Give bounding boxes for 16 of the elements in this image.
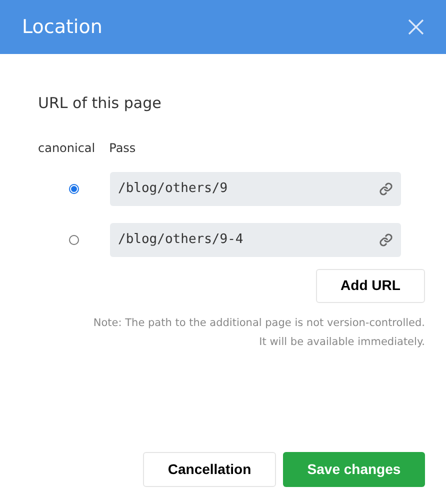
cancel-button[interactable]: Cancellation [143,452,276,487]
close-icon [408,19,424,35]
dialog-title: Location [22,14,102,40]
url-field[interactable]: /blog/others/9-4 [110,222,401,256]
note-text: Note: The path to the additional page is not version-controlled. [93,316,425,330]
note-text: It will be available immediately. [259,334,425,350]
link-icon [379,232,393,246]
url-field[interactable]: /blog/others/9 [110,172,401,206]
canonical-radio[interactable] [69,184,79,194]
close-button[interactable] [408,19,424,35]
canonical-radio[interactable] [69,234,79,244]
column-header: Pass [109,140,136,156]
link-icon [379,182,393,196]
column-header: canonical [38,140,96,156]
section-title: URL of this page [38,93,162,114]
add-url-button[interactable]: Add URL [316,268,425,302]
